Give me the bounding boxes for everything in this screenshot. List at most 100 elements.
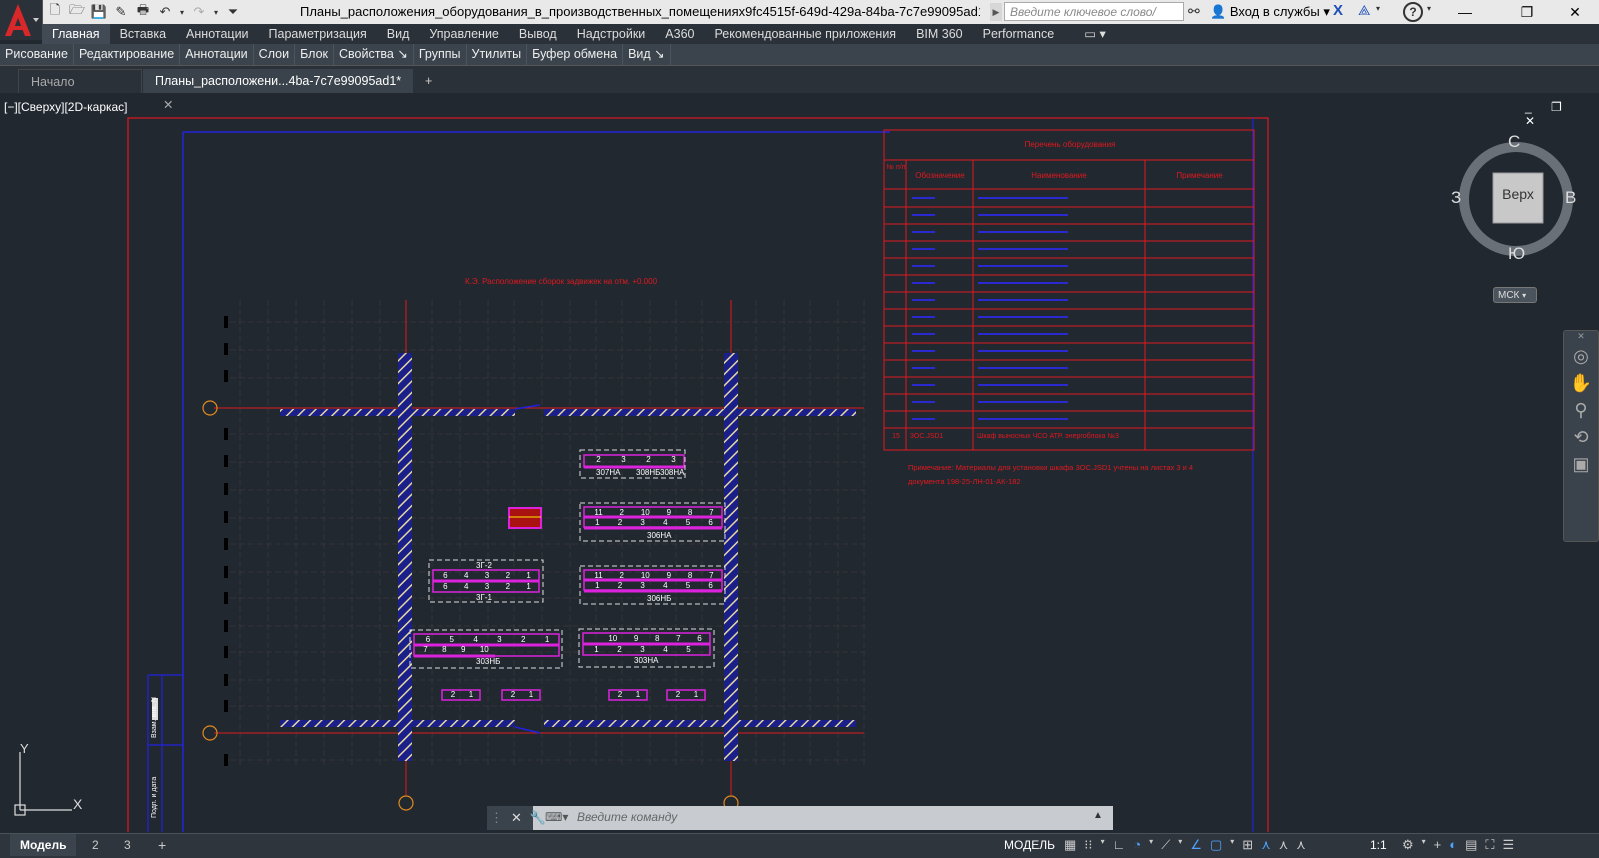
pan-icon[interactable]: ✋ [1564,373,1598,394]
panel-utilities[interactable]: Утилиты [467,44,528,65]
osnap-tracking-icon[interactable]: ⟋ [1161,837,1170,853]
showmotion-icon[interactable]: ▣ [1564,454,1598,475]
hardware-acceleration-icon[interactable]: ▤ [1465,837,1477,853]
table-header-number: № п/п [886,164,906,171]
panel-view[interactable]: Вид ↘ [623,44,671,65]
redo-dropdown-icon[interactable]: ▾ [212,3,220,21]
annotation-scale[interactable]: 1:1 [1370,838,1387,852]
panel-properties[interactable]: Свойства ↘ [334,44,414,65]
close-button[interactable]: ✕ [1553,0,1597,24]
dropdown-icon[interactable]: ▾ [1422,837,1426,853]
fullscreen-icon[interactable]: ⛶ [1485,837,1494,853]
dropdown-icon[interactable]: ▾ [1230,837,1234,853]
a360-icon[interactable]: ⟁ [1358,2,1371,19]
dropdown-icon[interactable]: ▾ [1178,837,1182,853]
maximize-button[interactable]: ❐ [1505,0,1549,24]
gear-icon[interactable]: ⚙ [1402,837,1414,853]
tab-manage[interactable]: Управление [419,24,509,44]
tab-layout-2[interactable]: 2 [82,834,109,856]
steering-wheel-icon[interactable]: ◎ [1564,346,1598,367]
command-line-grip-icon[interactable]: ⋮ [490,806,503,830]
customize-qat-icon[interactable]: ⏷ [224,3,242,21]
tab-bim360[interactable]: BIM 360 [906,24,973,44]
new-tab-button[interactable]: + [420,69,442,93]
grid-icon[interactable]: ▦ [1064,837,1076,853]
object-snap-icon[interactable]: ▢ [1210,837,1222,853]
tab-insert[interactable]: Вставка [110,24,176,44]
undo-dropdown-icon[interactable]: ▾ [178,3,186,21]
viewport-window-controls[interactable]: _ ❐ ✕ [1525,100,1599,128]
panel-block[interactable]: Блок [295,44,334,65]
search-expand-icon[interactable]: ▶ [990,3,1002,21]
ortho-icon[interactable]: ∟ [1113,837,1126,853]
minimize-button[interactable]: — [1443,0,1487,24]
drawing-canvas[interactable] [0,112,1440,832]
a360-dropdown-icon[interactable]: ▾ [1376,4,1380,13]
snap-icon[interactable]: ⁝⁝ [1084,837,1092,853]
panel-groups[interactable]: Группы [414,44,467,65]
recent-commands-icon[interactable]: ⌨▾ [545,810,568,824]
annotation-visibility-icon[interactable]: ⋏ [1261,837,1271,853]
customize-icon[interactable]: 🔧 [530,806,546,830]
model-space-toggle[interactable]: МОДЕЛЬ [1004,838,1055,852]
undo-icon[interactable]: ↶ [156,3,174,21]
panel-annotation[interactable]: Аннотации [180,44,254,65]
tab-view[interactable]: Вид [377,24,420,44]
application-menu-button[interactable] [0,0,43,40]
save-icon[interactable]: 💾 [90,3,108,21]
viewcube-top-face[interactable]: Верх [1493,186,1543,202]
new-file-icon[interactable]: 🗋 [46,2,64,21]
search-input[interactable]: Введите ключевое слово/фразу [1004,2,1184,38]
command-input[interactable]: Введите команду [577,810,677,824]
polar-icon[interactable]: ◔ [1133,837,1141,853]
zoom-icon[interactable]: ⚲ [1564,400,1598,421]
save-as-icon[interactable]: ✎ [112,3,130,21]
wcs-menu[interactable]: МСК ▾ [1493,287,1537,303]
tab-model[interactable]: Модель [10,834,77,856]
tab-a360[interactable]: A360 [655,24,704,44]
tab-layout-3[interactable]: 3 [114,834,141,856]
isolate-icon[interactable]: ◐ [1449,837,1457,853]
panel-modify[interactable]: Редактирование [74,44,181,65]
panel-layers[interactable]: Слои [254,44,296,65]
print-icon[interactable]: 🖶 [134,2,152,21]
tab-drawing[interactable]: Планы_расположени...4ba-7c7e99095ad1* ✕ [143,69,413,112]
tab-annotate[interactable]: Аннотации [176,24,258,44]
close-icon[interactable]: ✕ [511,806,522,830]
tab-parametric[interactable]: Параметризация [259,24,377,44]
exchange-apps-icon[interactable]: X [1333,2,1343,19]
compass-south[interactable]: Ю [1508,244,1525,264]
help-dropdown-icon[interactable]: ▾ [1427,4,1431,13]
open-file-icon[interactable]: 🗁 [68,2,86,21]
viewcube[interactable]: Верх С Ю В З [1451,132,1577,263]
dropdown-icon[interactable]: ▾ [1101,837,1105,853]
plus-icon[interactable]: + [1434,837,1442,853]
lineweight-icon[interactable]: ∠ [1190,837,1202,853]
binoculars-icon[interactable]: ⚯ [1188,3,1200,20]
annotation-scale-icon[interactable]: ⋏ [1296,837,1306,853]
close-tab-icon[interactable]: ✕ [163,98,173,112]
navbar-close-icon[interactable]: ✕ [1564,331,1598,342]
tab-addins[interactable]: Надстройки [567,24,656,44]
sign-in-button[interactable]: 👤 Вход в службы ▾ [1210,4,1330,20]
tab-start[interactable]: Начало [18,69,142,93]
compass-east[interactable]: В [1565,188,1576,208]
customization-menu-icon[interactable]: ☰ [1503,837,1515,853]
auto-scale-icon[interactable]: ⋏ [1279,837,1289,853]
redo-icon[interactable]: ↷ [190,3,208,21]
tab-performance[interactable]: Performance [973,24,1065,44]
tab-output[interactable]: Вывод [509,24,567,44]
dropdown-icon[interactable]: ▾ [1149,837,1153,853]
tab-featured-apps[interactable]: Рекомендованные приложения [704,24,906,44]
selection-cycling-icon[interactable]: ⊞ [1242,837,1253,853]
tab-home[interactable]: Главная [42,24,110,44]
add-layout-button[interactable]: + [148,834,176,856]
compass-west[interactable]: З [1451,188,1461,208]
panel-draw[interactable]: Рисование [0,44,74,65]
help-icon[interactable]: ? [1403,2,1423,22]
ribbon-minimize-icon[interactable]: ▭ ▾ [1064,24,1126,44]
orbit-icon[interactable]: ⟲ [1564,427,1598,448]
command-history-icon[interactable]: ▲ [1093,810,1103,821]
compass-north[interactable]: С [1508,132,1520,152]
panel-clipboard[interactable]: Буфер обмена [527,44,624,65]
